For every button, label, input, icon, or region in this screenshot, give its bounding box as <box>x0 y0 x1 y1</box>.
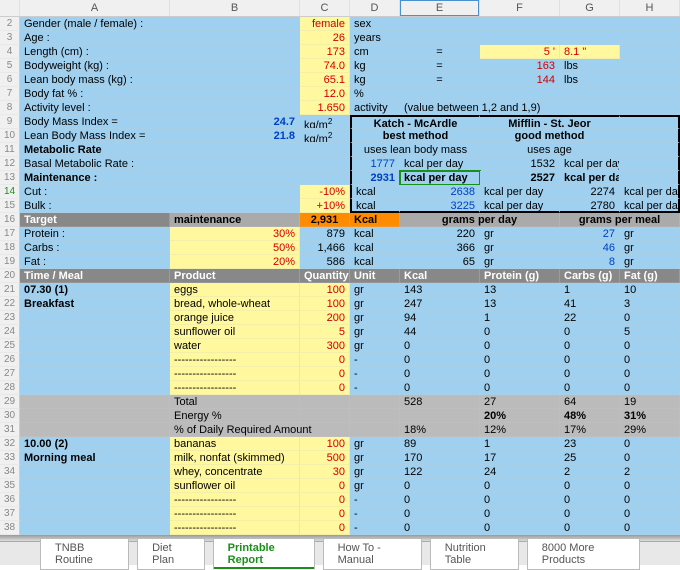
food-qty[interactable]: 0 <box>300 521 350 535</box>
meal-name: Morning meal <box>20 451 170 465</box>
meal-time: 10.00 (2) <box>20 437 170 451</box>
food-qty[interactable]: 100 <box>300 283 350 297</box>
food-product[interactable]: ----------------- <box>170 507 300 521</box>
food-qty[interactable]: 500 <box>300 451 350 465</box>
meal-name: Breakfast <box>20 297 170 311</box>
food-product[interactable]: whey, concentrate <box>170 465 300 479</box>
food-qty[interactable]: 100 <box>300 437 350 451</box>
food-product[interactable]: milk, nonfat (skimmed) <box>170 451 300 465</box>
meal-rows[interactable]: 2107.30 (1)eggs100gr1431311022Breakfastb… <box>0 283 680 535</box>
food-product[interactable]: ----------------- <box>170 493 300 507</box>
tab-diet-plan[interactable]: Diet Plan <box>137 538 205 570</box>
food-product[interactable]: ----------------- <box>170 353 300 367</box>
selected-cell[interactable]: kcal per day <box>400 171 480 185</box>
food-qty[interactable]: 30 <box>300 465 350 479</box>
food-product[interactable]: water <box>170 339 300 353</box>
food-product[interactable]: bread, whole-wheat <box>170 297 300 311</box>
food-product[interactable]: eggs <box>170 283 300 297</box>
food-qty[interactable]: 100 <box>300 297 350 311</box>
food-qty[interactable]: 5 <box>300 325 350 339</box>
sheet-tabs: TNBB RoutineDiet PlanPrintable ReportHow… <box>0 541 680 565</box>
value-gender[interactable]: female <box>300 17 350 31</box>
label-gender: Gender (male / female) : <box>20 17 170 31</box>
spreadsheet-grid[interactable]: 2 Gender (male / female) : female sex 3 … <box>0 17 680 283</box>
tab-how-to-manual[interactable]: How To - Manual <box>323 538 422 570</box>
food-qty[interactable]: 0 <box>300 507 350 521</box>
food-product[interactable]: sunflower oil <box>170 325 300 339</box>
food-qty[interactable]: 200 <box>300 311 350 325</box>
tab-printable-report[interactable]: Printable Report <box>213 538 315 570</box>
food-qty[interactable]: 300 <box>300 339 350 353</box>
food-product[interactable]: sunflower oil <box>170 479 300 493</box>
tab-8000-more-products[interactable]: 8000 More Products <box>527 538 640 570</box>
food-qty[interactable]: 0 <box>300 367 350 381</box>
row-header: 2 <box>0 17 20 31</box>
food-qty[interactable]: 0 <box>300 353 350 367</box>
meal-time: 07.30 (1) <box>20 283 170 297</box>
food-product[interactable]: ----------------- <box>170 521 300 535</box>
food-product[interactable]: orange juice <box>170 311 300 325</box>
tab-nutrition-table[interactable]: Nutrition Table <box>430 538 519 570</box>
food-product[interactable]: ----------------- <box>170 367 300 381</box>
food-product[interactable]: ----------------- <box>170 381 300 395</box>
food-qty[interactable]: 0 <box>300 381 350 395</box>
food-qty[interactable]: 0 <box>300 479 350 493</box>
food-product[interactable]: bananas <box>170 437 300 451</box>
food-qty[interactable]: 0 <box>300 493 350 507</box>
column-headers: ABCDEFGH <box>0 0 680 17</box>
tab-tnbb-routine[interactable]: TNBB Routine <box>40 538 129 570</box>
